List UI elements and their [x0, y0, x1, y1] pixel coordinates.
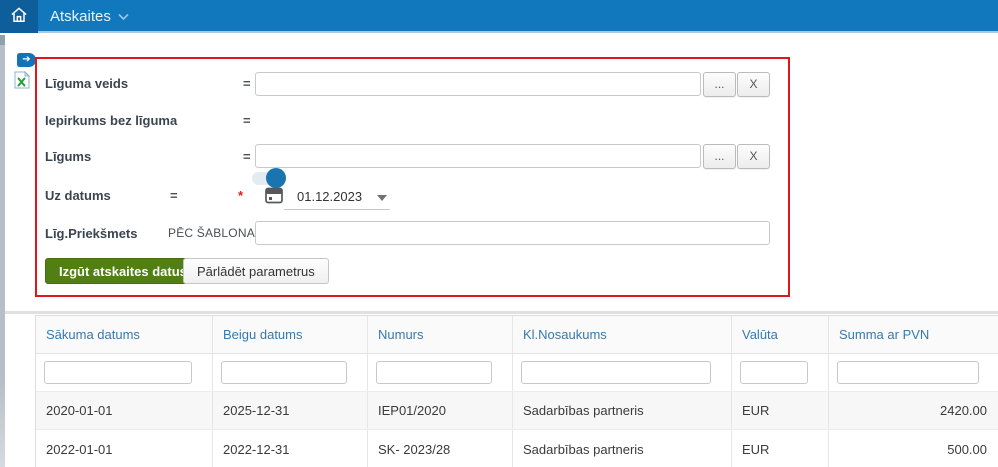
- collapsed-sidebar-strip[interactable]: [0, 35, 5, 467]
- liguma-veids-operator: =: [243, 76, 251, 91]
- ligums-lookup-button[interactable]: ...: [703, 144, 736, 169]
- liguma-veids-input[interactable]: [255, 72, 701, 96]
- table-header-row: Sākuma datums Beigu datums Numurs Kl.Nos…: [36, 316, 998, 354]
- filter-input-valuta[interactable]: [740, 361, 808, 384]
- column-header-summa-ar-pvn[interactable]: Summa ar PVN: [829, 316, 998, 353]
- ligums-input[interactable]: [255, 144, 701, 168]
- calendar-icon[interactable]: [265, 186, 283, 204]
- column-header-beigu-datums[interactable]: Beigu datums: [213, 316, 368, 353]
- toggle-knob: [266, 168, 286, 188]
- cell-summa: 2420.00: [940, 403, 987, 418]
- ligums-clear-button[interactable]: X: [737, 144, 770, 169]
- cell-numurs: SK- 2023/28: [368, 430, 513, 467]
- filter-input-kl-nosaukums[interactable]: [521, 361, 711, 384]
- cell-summa: 500.00: [947, 441, 987, 457]
- liguma-veids-clear-button[interactable]: X: [737, 72, 770, 97]
- home-icon: [9, 5, 29, 28]
- cell-sakuma-datums: 2020-01-01: [36, 392, 213, 429]
- column-header-numurs[interactable]: Numurs: [368, 316, 513, 353]
- column-header-sakuma-datums[interactable]: Sākuma datums: [36, 316, 213, 353]
- lig-priekssmets-label: Līg.Priekšmets: [45, 226, 138, 241]
- page-title-dropdown[interactable]: Atskaites: [50, 0, 129, 33]
- iepirkums-bez-liguma-toggle[interactable]: [252, 168, 286, 188]
- table-row[interactable]: 2022-01-01 2022-12-31 SK- 2023/28 Sadarb…: [36, 430, 998, 467]
- pec-sablona-modifier: PĒC ŠABLONA: [168, 226, 255, 240]
- excel-export-button[interactable]: [14, 70, 31, 92]
- cell-valuta: EUR: [732, 392, 829, 429]
- izgut-atskaites-datus-button[interactable]: Izgūt atskaites datus: [45, 258, 201, 284]
- cell-beigu-datums: 2025-12-31: [213, 392, 368, 429]
- app-window: Atskaites ➔ Līguma veids = ... X Iepirku…: [0, 0, 998, 467]
- parladet-parametrus-button[interactable]: Pārlādēt parametrus: [183, 258, 329, 284]
- liguma-veids-label: Līguma veids: [45, 76, 129, 91]
- uz-datums-label: Uz datums: [45, 188, 111, 203]
- top-navigation-bar: Atskaites: [0, 0, 998, 33]
- date-underline: [284, 209, 390, 210]
- results-table: Sākuma datums Beigu datums Numurs Kl.Nos…: [35, 315, 998, 467]
- panel-expand-button[interactable]: ➔: [17, 53, 36, 67]
- home-button[interactable]: [0, 0, 38, 33]
- ligums-label: Līgums: [45, 149, 92, 164]
- liguma-veids-lookup-button[interactable]: ...: [703, 72, 736, 97]
- ligums-operator: =: [243, 149, 251, 164]
- chevron-down-icon: [118, 8, 129, 25]
- iepirkums-operator: =: [243, 113, 251, 128]
- arrow-right-icon: ➔: [22, 54, 31, 65]
- page-title: Atskaites: [50, 8, 111, 25]
- date-dropdown-caret[interactable]: [377, 195, 387, 201]
- lig-priekssmets-input[interactable]: [255, 221, 770, 245]
- cell-sakuma-datums: 2022-01-01: [36, 430, 213, 467]
- column-header-kl-nosaukums[interactable]: Kl.Nosaukums: [513, 316, 732, 353]
- column-header-valuta[interactable]: Valūta: [732, 316, 829, 353]
- filter-input-summa[interactable]: [837, 361, 979, 384]
- table-filter-row: [36, 354, 998, 392]
- parameters-panel: Līguma veids = ... X Iepirkums bez līgum…: [35, 57, 790, 297]
- filter-input-numurs[interactable]: [376, 361, 492, 384]
- cell-numurs: IEP01/2020: [368, 392, 513, 429]
- cell-beigu-datums: 2022-12-31: [213, 430, 368, 467]
- required-asterisk: *: [238, 188, 244, 203]
- cell-kl-nosaukums: Sadarbības partneris: [513, 392, 732, 429]
- cell-valuta: EUR: [732, 430, 829, 467]
- iepirkums-bez-liguma-label: Iepirkums bez līguma: [45, 113, 178, 128]
- table-row[interactable]: 2020-01-01 2025-12-31 IEP01/2020 Sadarbī…: [36, 392, 998, 430]
- uz-datums-value[interactable]: 01.12.2023: [297, 189, 362, 204]
- filter-input-beigu-datums[interactable]: [221, 361, 347, 384]
- uz-datums-operator: =: [170, 188, 178, 203]
- section-divider: [5, 311, 998, 314]
- excel-icon: [14, 70, 31, 92]
- filter-input-sakuma-datums[interactable]: [44, 361, 192, 384]
- cell-kl-nosaukums: Sadarbības partneris: [513, 430, 732, 467]
